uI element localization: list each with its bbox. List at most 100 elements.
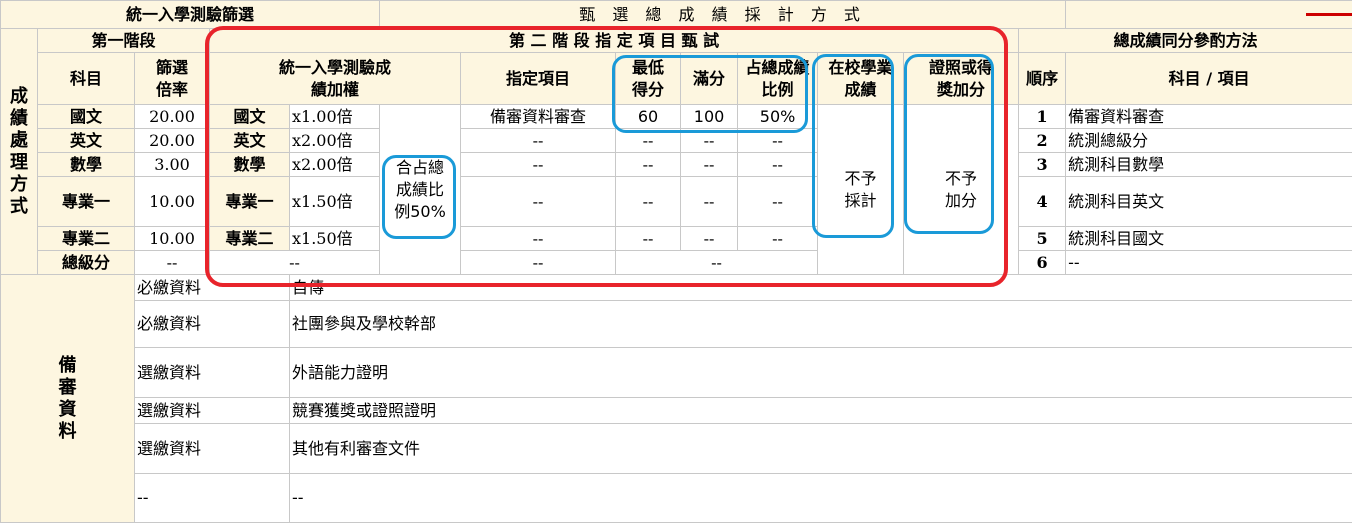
min-score-cell: -- [615, 152, 682, 177]
review-row: -- -- [1, 473, 1352, 523]
weight-subject-cell: 數學 [209, 152, 290, 177]
review-name: 其他有利審查文件 [288, 423, 1352, 474]
table-row: 專業一 10.00 專業一 x1.50倍 -- -- -- -- 4 統測科目英… [1, 176, 1352, 227]
tiebreak-cell: 統測科目數學 [1065, 152, 1352, 177]
screening-title: 統一入學測驗篩選 [0, 0, 381, 29]
processing-method-label: 成績處理方式 [0, 28, 38, 275]
subject-item-header: 科目 / 項目 [1065, 52, 1352, 105]
subject-cell: 數學 [37, 152, 135, 177]
total-subject-cell: 總級分 [37, 250, 135, 275]
min-score-cell: 60 [615, 104, 682, 129]
total-order-cell: 6 [1018, 250, 1067, 275]
weight-subject-cell: 專業一 [209, 176, 290, 227]
review-name: -- [288, 473, 1352, 523]
total-merged-cell: -- [615, 250, 819, 275]
full-score-cell: -- [680, 176, 739, 227]
tiebreak-header: 總成績同分參酌方法 [1018, 28, 1352, 53]
order-cell: 5 [1018, 226, 1067, 251]
review-type: 必繳資料 [134, 300, 290, 348]
share-cell: -- [737, 176, 819, 227]
review-name: 社團參與及學校幹部 [288, 300, 1352, 348]
total-weight-cell: -- [208, 250, 381, 275]
total-ratio-cell: -- [134, 250, 210, 275]
weight-cell: x1.50倍 [288, 176, 381, 227]
certificate-cell: 不予加分 [903, 104, 1020, 275]
designated-item-cell: -- [460, 226, 617, 251]
subject-cell: 英文 [37, 128, 135, 153]
ratio-cell: 3.00 [134, 152, 210, 177]
table-row: 英文 20.00 英文 x2.00倍 -- -- -- -- 2 統測總級分 [1, 128, 1352, 153]
designated-item-cell: -- [460, 176, 617, 227]
share-cell: -- [737, 226, 819, 251]
review-name: 自傳 [288, 274, 1352, 301]
tiebreak-cell: 備審資料審查 [1065, 104, 1352, 129]
tiebreak-cell: 統測總級分 [1065, 128, 1352, 153]
admission-score-table: 統一入學測驗篩選 甄 選 總 成 績 採 計 方 式 成績處理方式 第一階段 第… [0, 0, 1352, 523]
ratio-cell: 10.00 [134, 176, 210, 227]
ratio-cell: 10.00 [134, 226, 210, 251]
review-label: 備審資料 [0, 274, 135, 523]
review-type: 選繳資料 [134, 397, 290, 424]
full-score-header: 滿分 [680, 52, 739, 105]
review-row: 選繳資料 競賽獲獎或證照證明 [1, 397, 1352, 424]
review-name: 外語能力證明 [288, 347, 1352, 398]
full-score-cell: 100 [680, 104, 739, 129]
subject-cell: 專業一 [37, 176, 135, 227]
total-row: 總級分 -- -- -- -- 6 -- [1, 250, 1352, 275]
tiebreak-cell: 統測科目英文 [1065, 176, 1352, 227]
review-row: 必繳資料 社團參與及學校幹部 [1, 300, 1352, 348]
subject-header: 科目 [37, 52, 135, 105]
ratio-cell: 20.00 [134, 104, 210, 129]
certificate-bonus-header: 證照或得獎加分 [903, 52, 1020, 105]
table-row: 專業二 10.00 專業二 x1.50倍 -- -- -- -- 5 統測科目國… [1, 226, 1352, 251]
min-score-cell: -- [615, 176, 682, 227]
table-row: 國文 20.00 國文 x1.00倍 合占總成績比例50% 備審資料審查 60 … [1, 104, 1352, 275]
subject-cell: 國文 [37, 104, 135, 129]
min-score-header: 最低得分 [615, 52, 682, 105]
weight-subject-cell: 英文 [209, 128, 290, 153]
designated-item-cell: 備審資料審查 [460, 104, 617, 129]
review-row: 選繳資料 外語能力證明 [1, 347, 1352, 398]
review-type: 必繳資料 [134, 274, 290, 301]
order-header: 順序 [1018, 52, 1067, 105]
order-cell: 2 [1018, 128, 1067, 153]
stage2-header: 第 二 階 段 指 定 項 目 甄 試 [208, 28, 1020, 53]
full-score-cell: -- [680, 128, 739, 153]
min-score-cell: -- [615, 226, 682, 251]
tiebreak-cell: 統測科目國文 [1065, 226, 1352, 251]
order-cell: 3 [1018, 152, 1067, 177]
share-cell: 50% [737, 104, 819, 129]
subject-cell: 專業二 [37, 226, 135, 251]
share-ratio-header: 占總成績比例 [737, 52, 819, 105]
full-score-cell: -- [680, 152, 739, 177]
combined-share-cell: 合占總成績比例50% [379, 104, 462, 275]
weight-cell: x2.00倍 [288, 128, 381, 153]
review-type: 選繳資料 [134, 423, 290, 474]
min-score-cell: -- [615, 128, 682, 153]
school-grades-header: 在校學業成績 [817, 52, 905, 105]
designated-item-header: 指定項目 [460, 52, 617, 105]
order-cell: 1 [1018, 104, 1067, 129]
designated-item-cell: -- [460, 128, 617, 153]
review-type: -- [134, 473, 290, 523]
top-right-cell [1065, 0, 1352, 29]
review-name: 競賽獲獎或證照證明 [288, 397, 1352, 424]
table-row: 數學 3.00 數學 x2.00倍 -- -- -- -- 3 統測科目數學 [1, 152, 1352, 177]
total-tiebreak-cell: -- [1065, 250, 1352, 275]
share-cell: -- [737, 152, 819, 177]
share-cell: -- [737, 128, 819, 153]
stage1-header: 第一階段 [37, 28, 210, 53]
weight-subject-cell: 國文 [209, 104, 290, 129]
weighting-header: 統一入學測驗成績加權 [208, 52, 462, 105]
weight-subject-cell: 專業二 [209, 226, 290, 251]
total-item-cell: -- [460, 250, 617, 275]
weight-cell: x2.00倍 [288, 152, 381, 177]
review-row: 備審資料 必繳資料 自傳 [0, 274, 1352, 523]
order-cell: 4 [1018, 176, 1067, 227]
designated-item-cell: -- [460, 152, 617, 177]
school-grades-cell: 不予採計 [817, 104, 905, 275]
main-title: 甄 選 總 成 績 採 計 方 式 [379, 0, 1067, 29]
review-row: 選繳資料 其他有利審查文件 [1, 423, 1352, 474]
weight-cell: x1.50倍 [288, 226, 381, 251]
screening-ratio-header: 篩選倍率 [134, 52, 210, 105]
